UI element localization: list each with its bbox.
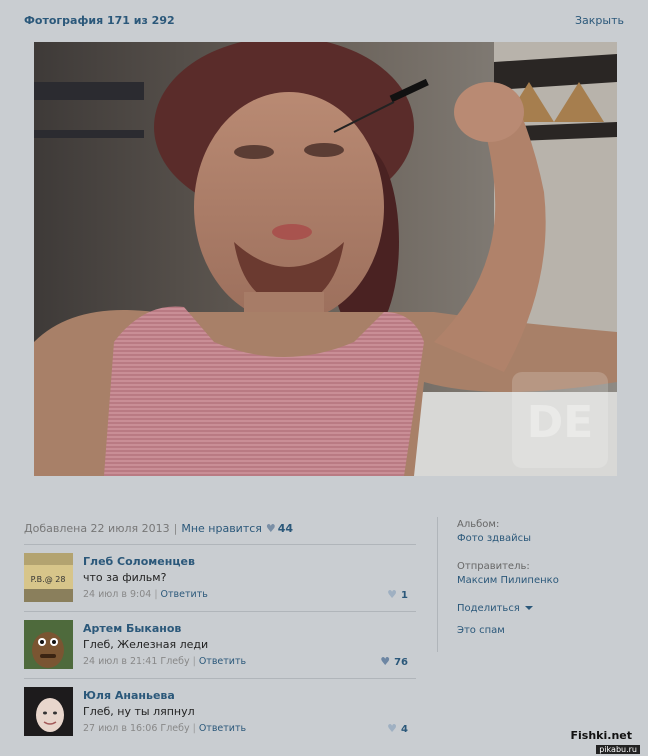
report-spam-button[interactable]: Это спам: [457, 625, 627, 639]
photo-counter-title: Фотография 171 из 292: [24, 14, 175, 27]
avatar[interactable]: [24, 687, 73, 736]
share-label: Поделиться: [457, 603, 520, 614]
comment-date[interactable]: 24 июл в 21:41: [83, 656, 157, 667]
separator: |: [192, 656, 196, 667]
separator: |: [154, 589, 158, 600]
sender-link[interactable]: Максим Пилипенко: [457, 575, 627, 589]
site-watermark-sub: pikabu.ru: [596, 745, 640, 754]
comment: Артем Быканов Глеб, Железная леди 24 июл…: [24, 611, 416, 678]
separator: |: [192, 723, 196, 734]
reply-button[interactable]: Ответить: [199, 656, 246, 667]
photo-meta-row: Добавлена 22 июля 2013 | Мне нравится ♥ 44: [24, 522, 416, 540]
photo-info: Добавлена 22 июля 2013 | Мне нравится ♥ 44 P…: [24, 522, 416, 745]
comment-like-button[interactable]: ♥ 4: [387, 722, 408, 735]
comment-meta: 24 июл в 9:04 | Ответить: [83, 589, 208, 600]
reply-to[interactable]: Глебу: [160, 656, 189, 667]
reply-to[interactable]: Глебу: [160, 723, 189, 734]
comment-author[interactable]: Юля Ананьева: [83, 689, 175, 702]
heart-icon: ♥: [387, 722, 398, 735]
comment-date[interactable]: 24 июл в 9:04: [83, 589, 151, 600]
photo-watermark-letters: DE: [527, 397, 594, 448]
comment-like-button[interactable]: ♥ 1: [387, 588, 408, 601]
comments-list: P.B.@ 28 Глеб Соломенцев что за фильм? 2…: [24, 544, 416, 745]
added-date: Добавлена 22 июля 2013: [24, 522, 170, 535]
like-count[interactable]: 44: [278, 522, 293, 535]
comment-like-count: 76: [394, 657, 408, 668]
column-divider: [437, 517, 438, 652]
avatar[interactable]: P.B.@ 28: [24, 553, 73, 602]
comment: Юля Ананьева Глеб, ну ты ляпнул 27 июл в…: [24, 678, 416, 745]
comment-like-count: 4: [401, 724, 408, 735]
album-label: Альбом:: [457, 519, 500, 530]
album-link[interactable]: Фото здвайсы: [457, 533, 627, 547]
heart-icon: ♥: [380, 655, 391, 668]
avatar-text: P.B.@ 28: [31, 575, 66, 584]
comment-author[interactable]: Глеб Соломенцев: [83, 555, 195, 568]
comment-text: что за фильм?: [83, 571, 167, 584]
like-button[interactable]: Мне нравится: [181, 522, 262, 535]
comment-meta: 24 июл в 21:41 Глебу | Ответить: [83, 656, 246, 667]
comment-meta: 27 июл в 16:06 Глебу | Ответить: [83, 723, 246, 734]
photo-sidebar: Альбом: Фото здвайсы Отправитель: Максим…: [457, 519, 627, 647]
comment-author[interactable]: Артем Быканов: [83, 622, 181, 635]
site-watermark: Fishki.net: [570, 729, 632, 742]
separator: |: [173, 522, 178, 535]
comment-like-button[interactable]: ♥ 76: [380, 655, 408, 668]
comment-date[interactable]: 27 июл в 16:06: [83, 723, 157, 734]
reply-button[interactable]: Ответить: [161, 589, 208, 600]
reply-button[interactable]: Ответить: [199, 723, 246, 734]
photo[interactable]: DE: [34, 42, 617, 476]
comment-text: Глеб, Железная леди: [83, 638, 209, 651]
comment: P.B.@ 28 Глеб Соломенцев что за фильм? 2…: [24, 544, 416, 611]
comment-like-count: 1: [401, 590, 408, 601]
close-button[interactable]: Закрыть: [575, 14, 624, 27]
sender-label: Отправитель:: [457, 561, 530, 572]
photo-image: DE: [34, 42, 617, 476]
avatar[interactable]: [24, 620, 73, 669]
comment-text: Глеб, ну ты ляпнул: [83, 705, 195, 718]
chevron-down-icon: [524, 606, 533, 610]
heart-icon: ♥: [265, 522, 276, 535]
photo-viewer-header: Фотография 171 из 292 Закрыть: [24, 14, 624, 30]
heart-icon: ♥: [387, 588, 398, 601]
share-button[interactable]: Поделиться: [457, 603, 627, 617]
